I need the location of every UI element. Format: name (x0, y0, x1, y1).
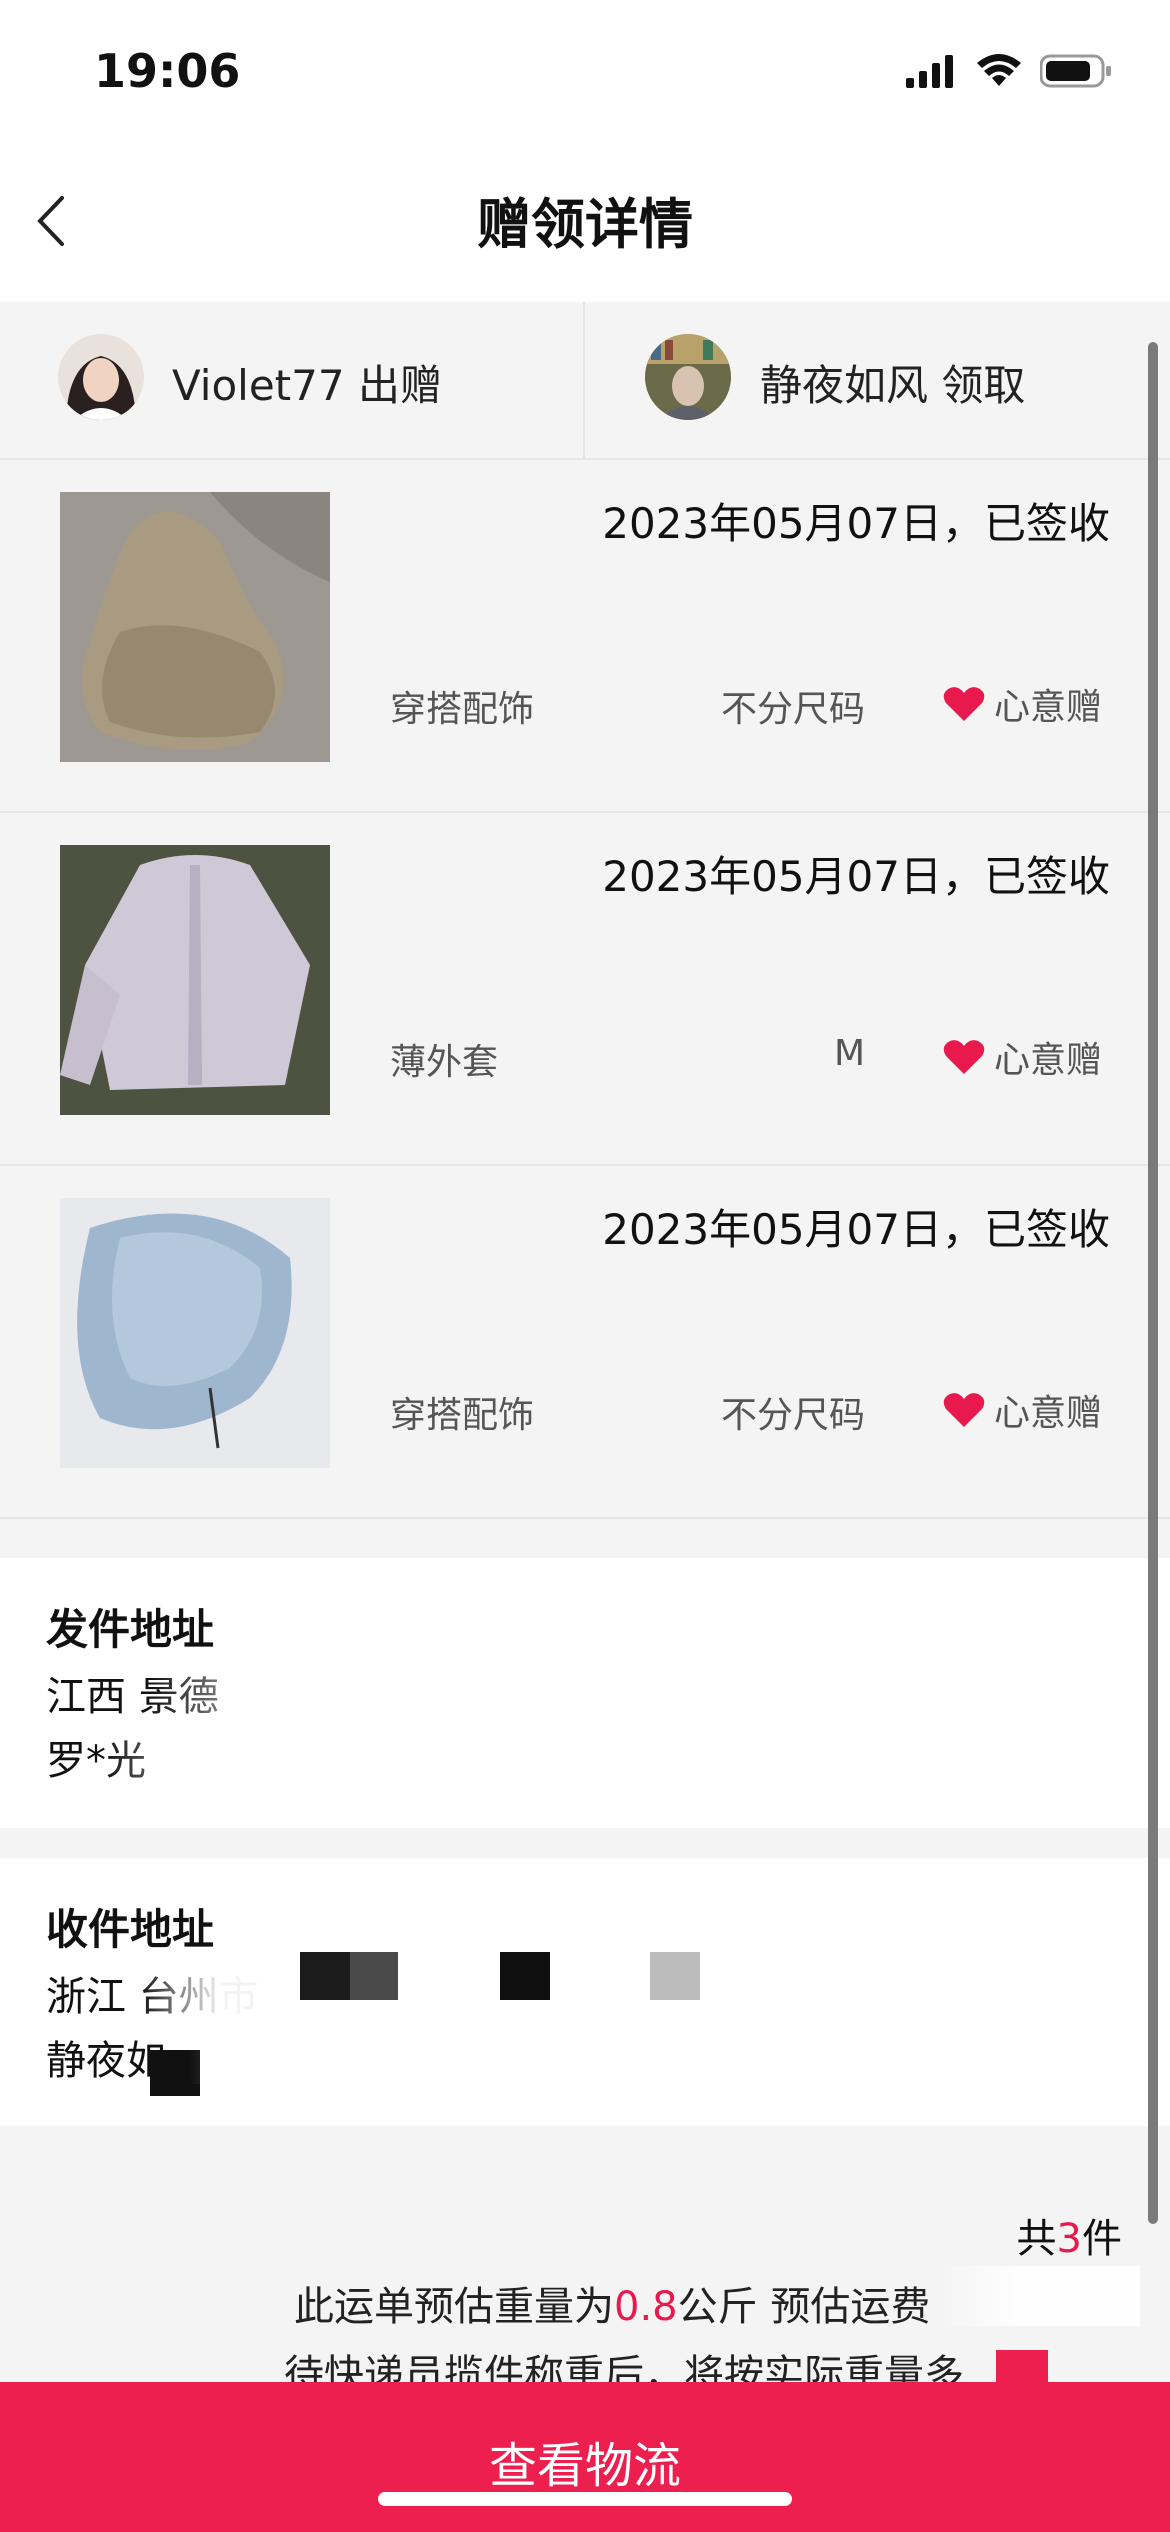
receiver[interactable]: 静夜如风 领取 (585, 302, 1170, 458)
item-size: 不分尺码 (720, 689, 865, 730)
page-title: 赠领详情 (477, 193, 693, 256)
redaction-block (300, 1952, 350, 2000)
total-number: 3 (1056, 2216, 1082, 2262)
receiver-name: 静夜如风 领取 (760, 361, 1026, 410)
heart-icon (943, 1040, 985, 1074)
home-indicator[interactable] (378, 2492, 792, 2506)
battery-icon (1040, 54, 1111, 88)
list-item[interactable]: 2023年05月07日，已签收 穿搭配饰 不分尺码 心意赠 (0, 1166, 1170, 1519)
heart-icon (943, 1393, 985, 1427)
view-logistics-label: 查看物流 (488, 2438, 681, 2494)
receiver-address-title: 收件地址 (46, 1905, 215, 1954)
item-tag: 心意赠 (942, 1384, 1102, 1436)
redaction-blur (150, 1664, 530, 1720)
list-item[interactable]: 2023年05月07日，已签收 薄外套 M 心意赠 (0, 813, 1170, 1166)
nav-bar: 赠领详情 (0, 140, 1170, 300)
total-prefix: 共 (1016, 2216, 1057, 2262)
total-suffix: 件 (1082, 2216, 1122, 2262)
redaction-blur (100, 1728, 520, 1784)
weight-estimate: 此运单预估重量为0.8公斤 预估运费 (294, 2274, 930, 2332)
giver-name: Violet77 出赠 (172, 361, 442, 410)
item-size: 不分尺码 (720, 1395, 865, 1436)
item-category: 穿搭配饰 (390, 1395, 535, 1436)
receiver-name: 静夜如 (46, 2038, 166, 2084)
sender-address: 发件地址 江西 景德 罗*光 (0, 1558, 1170, 1828)
status-icons (906, 54, 1112, 88)
people-row: Violet77 出赠 静夜如风 领取 (0, 302, 1170, 460)
receiver-address: 收件地址 浙江 台州市 静夜如 (0, 1858, 1170, 2126)
redaction-blur (190, 2028, 590, 2084)
list-item[interactable]: 2023年05月07日，已签收 穿搭配饰 不分尺码 心意赠 (0, 460, 1170, 813)
redaction-block (650, 1952, 700, 2000)
item-photo-hat (60, 492, 330, 762)
item-tag-label: 心意赠 (993, 1040, 1102, 1081)
weight-prefix: 此运单预估重量为 (294, 2284, 614, 2330)
item-category: 薄外套 (390, 1042, 499, 1083)
weight-suffix: 公斤 预估运费 (677, 2284, 931, 2330)
item-size: M (833, 1033, 865, 1074)
item-tag-label: 心意赠 (993, 1393, 1102, 1434)
scrollbar[interactable] (1148, 342, 1158, 2224)
item-photo-jacket (60, 845, 330, 1115)
item-date-status: 2023年05月07日，已签收 (602, 499, 1110, 548)
signal-icon (906, 55, 953, 88)
summary: 共3件 此运单预估重量为0.8公斤 预估运费 待快递员揽件称重后，将按实际重量多 (0, 2126, 1170, 2398)
redaction-block (350, 1952, 398, 2000)
status-time: 19:06 (94, 44, 241, 98)
item-photo-cap (60, 1198, 330, 1468)
wifi-icon (977, 54, 1021, 86)
item-date-status: 2023年05月07日，已签收 (602, 1205, 1110, 1254)
redaction-block (500, 1952, 550, 2000)
heart-icon (943, 687, 985, 721)
sender-address-title: 发件地址 (46, 1605, 215, 1654)
item-date-status: 2023年05月07日，已签收 (602, 852, 1110, 901)
giver-avatar (58, 334, 144, 420)
redaction-blur (940, 2266, 1140, 2326)
item-tag: 心意赠 (942, 1031, 1102, 1083)
item-tag: 心意赠 (942, 678, 1102, 730)
status-bar: 19:06 (0, 0, 1170, 140)
item-category: 穿搭配饰 (390, 689, 535, 730)
item-tag-label: 心意赠 (993, 687, 1102, 728)
total-count: 共3件 (1017, 2206, 1122, 2264)
content[interactable]: Violet77 出赠 静夜如风 领取 2023年05月07日，已签收 穿搭配饰… (0, 302, 1170, 2382)
weight-value: 0.8 (614, 2284, 678, 2330)
view-logistics-button[interactable]: 查看物流 (0, 2382, 1170, 2532)
receiver-avatar (645, 334, 731, 420)
giver[interactable]: Violet77 出赠 (0, 302, 585, 458)
